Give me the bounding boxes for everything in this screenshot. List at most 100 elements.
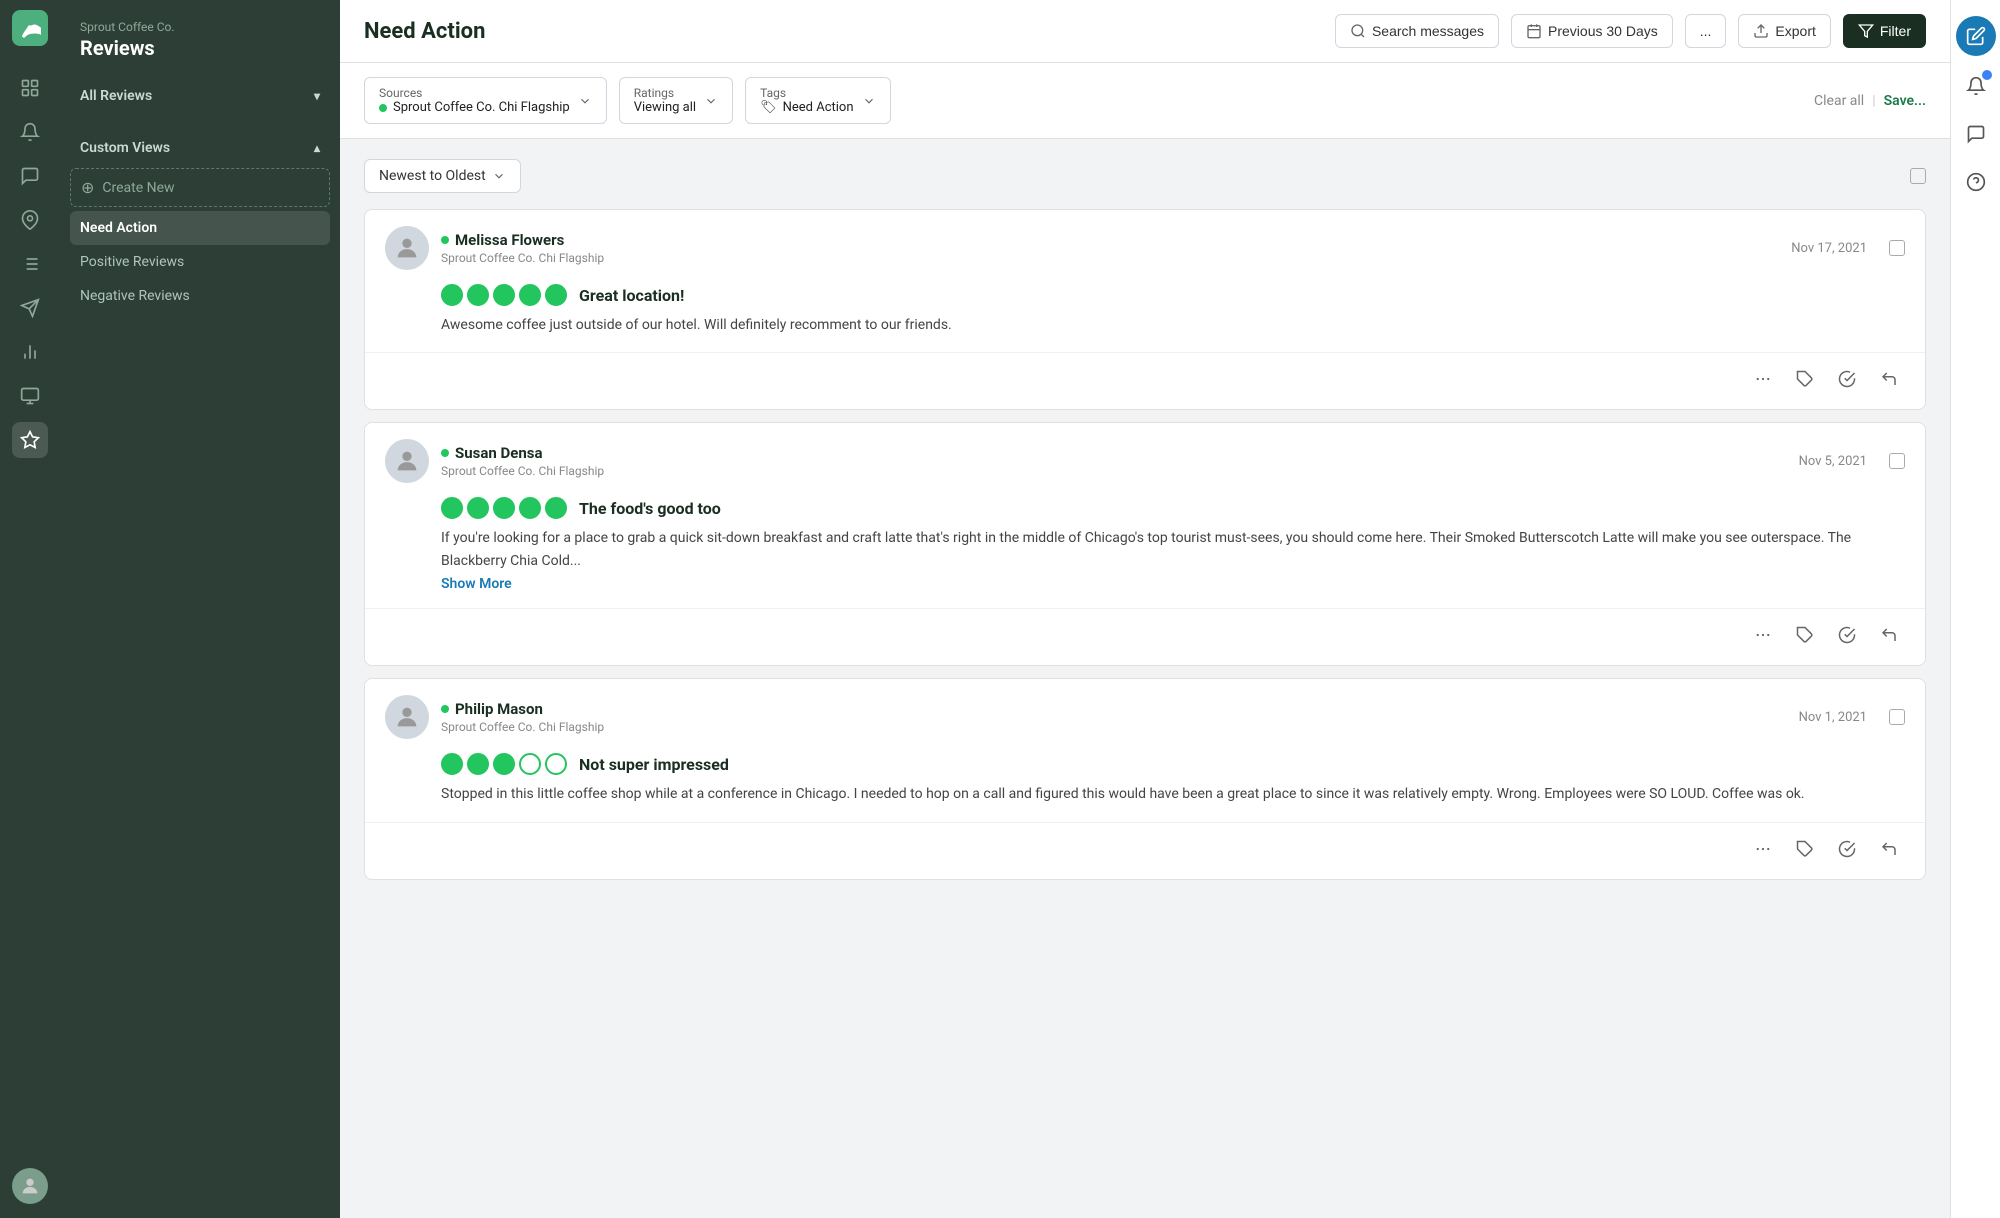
more-actions-button-2[interactable] [1747,619,1779,651]
all-reviews-toggle[interactable]: All Reviews ▾ [60,80,340,112]
review-date-3: Nov 1, 2021 [1799,710,1867,725]
star-3-2 [467,753,489,775]
sources-filter[interactable]: Sources Sprout Coffee Co. Chi Flagship [364,77,607,124]
create-new-item[interactable]: ⊕ Create New [70,168,330,207]
custom-views-toggle[interactable]: Custom Views ▴ [60,132,340,164]
review-actions-2 [365,608,1925,665]
complete-button-3[interactable] [1831,833,1863,865]
nav-reports-icon[interactable] [12,378,48,414]
sources-filter-label: Sources [379,86,570,100]
tag-button-3[interactable] [1789,833,1821,865]
nav-avatar[interactable] [12,1168,48,1204]
review-checkbox-3[interactable] [1889,709,1905,725]
nav-reviews-icon[interactable] [12,422,48,458]
review-date-1: Nov 17, 2021 [1791,241,1867,256]
review-checkbox-2[interactable] [1889,453,1905,469]
icon-rail [0,0,60,1218]
complete-button-1[interactable] [1831,363,1863,395]
reviewer-active-dot-1 [441,236,449,244]
tag-button-2[interactable] [1789,619,1821,651]
top-header: Need Action Search messages Previous 30 … [340,0,1950,63]
save-filter-button[interactable]: Save... [1884,93,1926,109]
tag-button-1[interactable] [1789,363,1821,395]
app-logo [12,10,48,46]
search-button-label: Search messages [1372,23,1484,39]
reviewer-info-3: Philip Mason Sprout Coffee Co. Chi Flags… [441,700,1787,734]
sidebar-item-need-action[interactable]: Need Action [70,211,330,245]
nav-analytics-icon[interactable] [12,334,48,370]
review-checkbox-1[interactable] [1889,240,1905,256]
custom-views-chevron-icon: ▴ [314,141,320,155]
filter-icon [1858,23,1874,39]
star-1-2 [467,284,489,306]
sidebar-section-title: Reviews [80,36,320,60]
more-actions-button-3[interactable] [1747,833,1779,865]
reply-button-1[interactable] [1873,363,1905,395]
star-2-4 [519,497,541,519]
sidebar-item-label: Positive Reviews [80,254,184,270]
nav-pin-icon[interactable] [12,202,48,238]
sort-chevron-icon [492,169,506,183]
nav-publish-icon[interactable] [12,290,48,326]
ratings-filter-label: Ratings [634,86,696,100]
page-title: Need Action [364,19,1323,44]
search-messages-button[interactable]: Search messages [1335,14,1499,48]
review-header-1: Melissa Flowers Sprout Coffee Co. Chi Fl… [365,210,1925,280]
reviewer-active-dot-2 [441,449,449,457]
reviewer-name-3: Philip Mason [441,700,1787,718]
ratings-filter[interactable]: Ratings Viewing all [619,77,733,124]
review-text-3: Stopped in this little coffee shop while… [441,783,1905,805]
compose-button[interactable] [1956,16,1996,56]
filter-button[interactable]: Filter [1843,14,1926,48]
nav-messages-icon[interactable] [12,158,48,194]
show-more-button-2[interactable]: Show More [441,576,512,592]
nav-tasks-icon[interactable] [12,246,48,282]
nav-home-icon[interactable] [12,70,48,106]
sidebar-item-positive-reviews[interactable]: Positive Reviews [60,245,340,279]
reviewer-name-2: Susan Densa [441,444,1787,462]
review-actions-3 [365,822,1925,879]
filter-label: Filter [1880,23,1911,39]
all-reviews-section: All Reviews ▾ [60,70,340,122]
help-rail-button[interactable] [1958,164,1994,200]
review-text-1: Awesome coffee just outside of our hotel… [441,314,1905,336]
complete-button-2[interactable] [1831,619,1863,651]
search-icon [1350,23,1366,39]
review-title-1: Great location! [579,286,684,305]
review-text-2: If you're looking for a place to grab a … [441,527,1905,572]
reply-button-2[interactable] [1873,619,1905,651]
star-3-5 [545,753,567,775]
sort-dropdown[interactable]: Newest to Oldest [364,159,521,193]
sidebar-item-negative-reviews[interactable]: Negative Reviews [60,279,340,313]
all-reviews-chevron-icon: ▾ [314,89,320,103]
chat-rail-button[interactable] [1958,116,1994,152]
clear-all-button[interactable]: Clear all [1814,93,1864,109]
review-header-3: Philip Mason Sprout Coffee Co. Chi Flags… [365,679,1925,749]
custom-views-label: Custom Views [80,140,170,156]
more-options-button[interactable]: ... [1685,14,1727,48]
star-2-1 [441,497,463,519]
filter-bar: Sources Sprout Coffee Co. Chi Flagship R… [340,63,1950,139]
calendar-icon [1526,23,1542,39]
sources-filter-value: Sprout Coffee Co. Chi Flagship [393,100,570,115]
date-range-button[interactable]: Previous 30 Days [1511,14,1673,48]
custom-views-section: Custom Views ▴ ⊕ Create New Need Action … [60,122,340,323]
filter-separator: | [1872,93,1875,109]
reviewer-active-dot-3 [441,705,449,713]
review-rating-2: The food's good too [441,497,1905,519]
more-actions-button-1[interactable] [1747,363,1779,395]
review-rating-3: Not super impressed [441,753,1905,775]
tags-filter-label: Tags [760,86,853,100]
export-button[interactable]: Export [1738,14,1830,48]
ratings-chevron-icon [704,94,718,108]
master-select-checkbox[interactable] [1910,168,1926,184]
main-content: Need Action Search messages Previous 30 … [340,0,1950,1218]
notifications-rail-button[interactable] [1958,68,1994,104]
create-new-label: Create New [102,180,174,196]
nav-notifications-icon[interactable] [12,114,48,150]
sort-bar: Newest to Oldest [364,159,1926,193]
star-2-3 [493,497,515,519]
reply-button-3[interactable] [1873,833,1905,865]
star-2-2 [467,497,489,519]
tags-filter[interactable]: Tags 🏷 Need Action [745,77,890,124]
